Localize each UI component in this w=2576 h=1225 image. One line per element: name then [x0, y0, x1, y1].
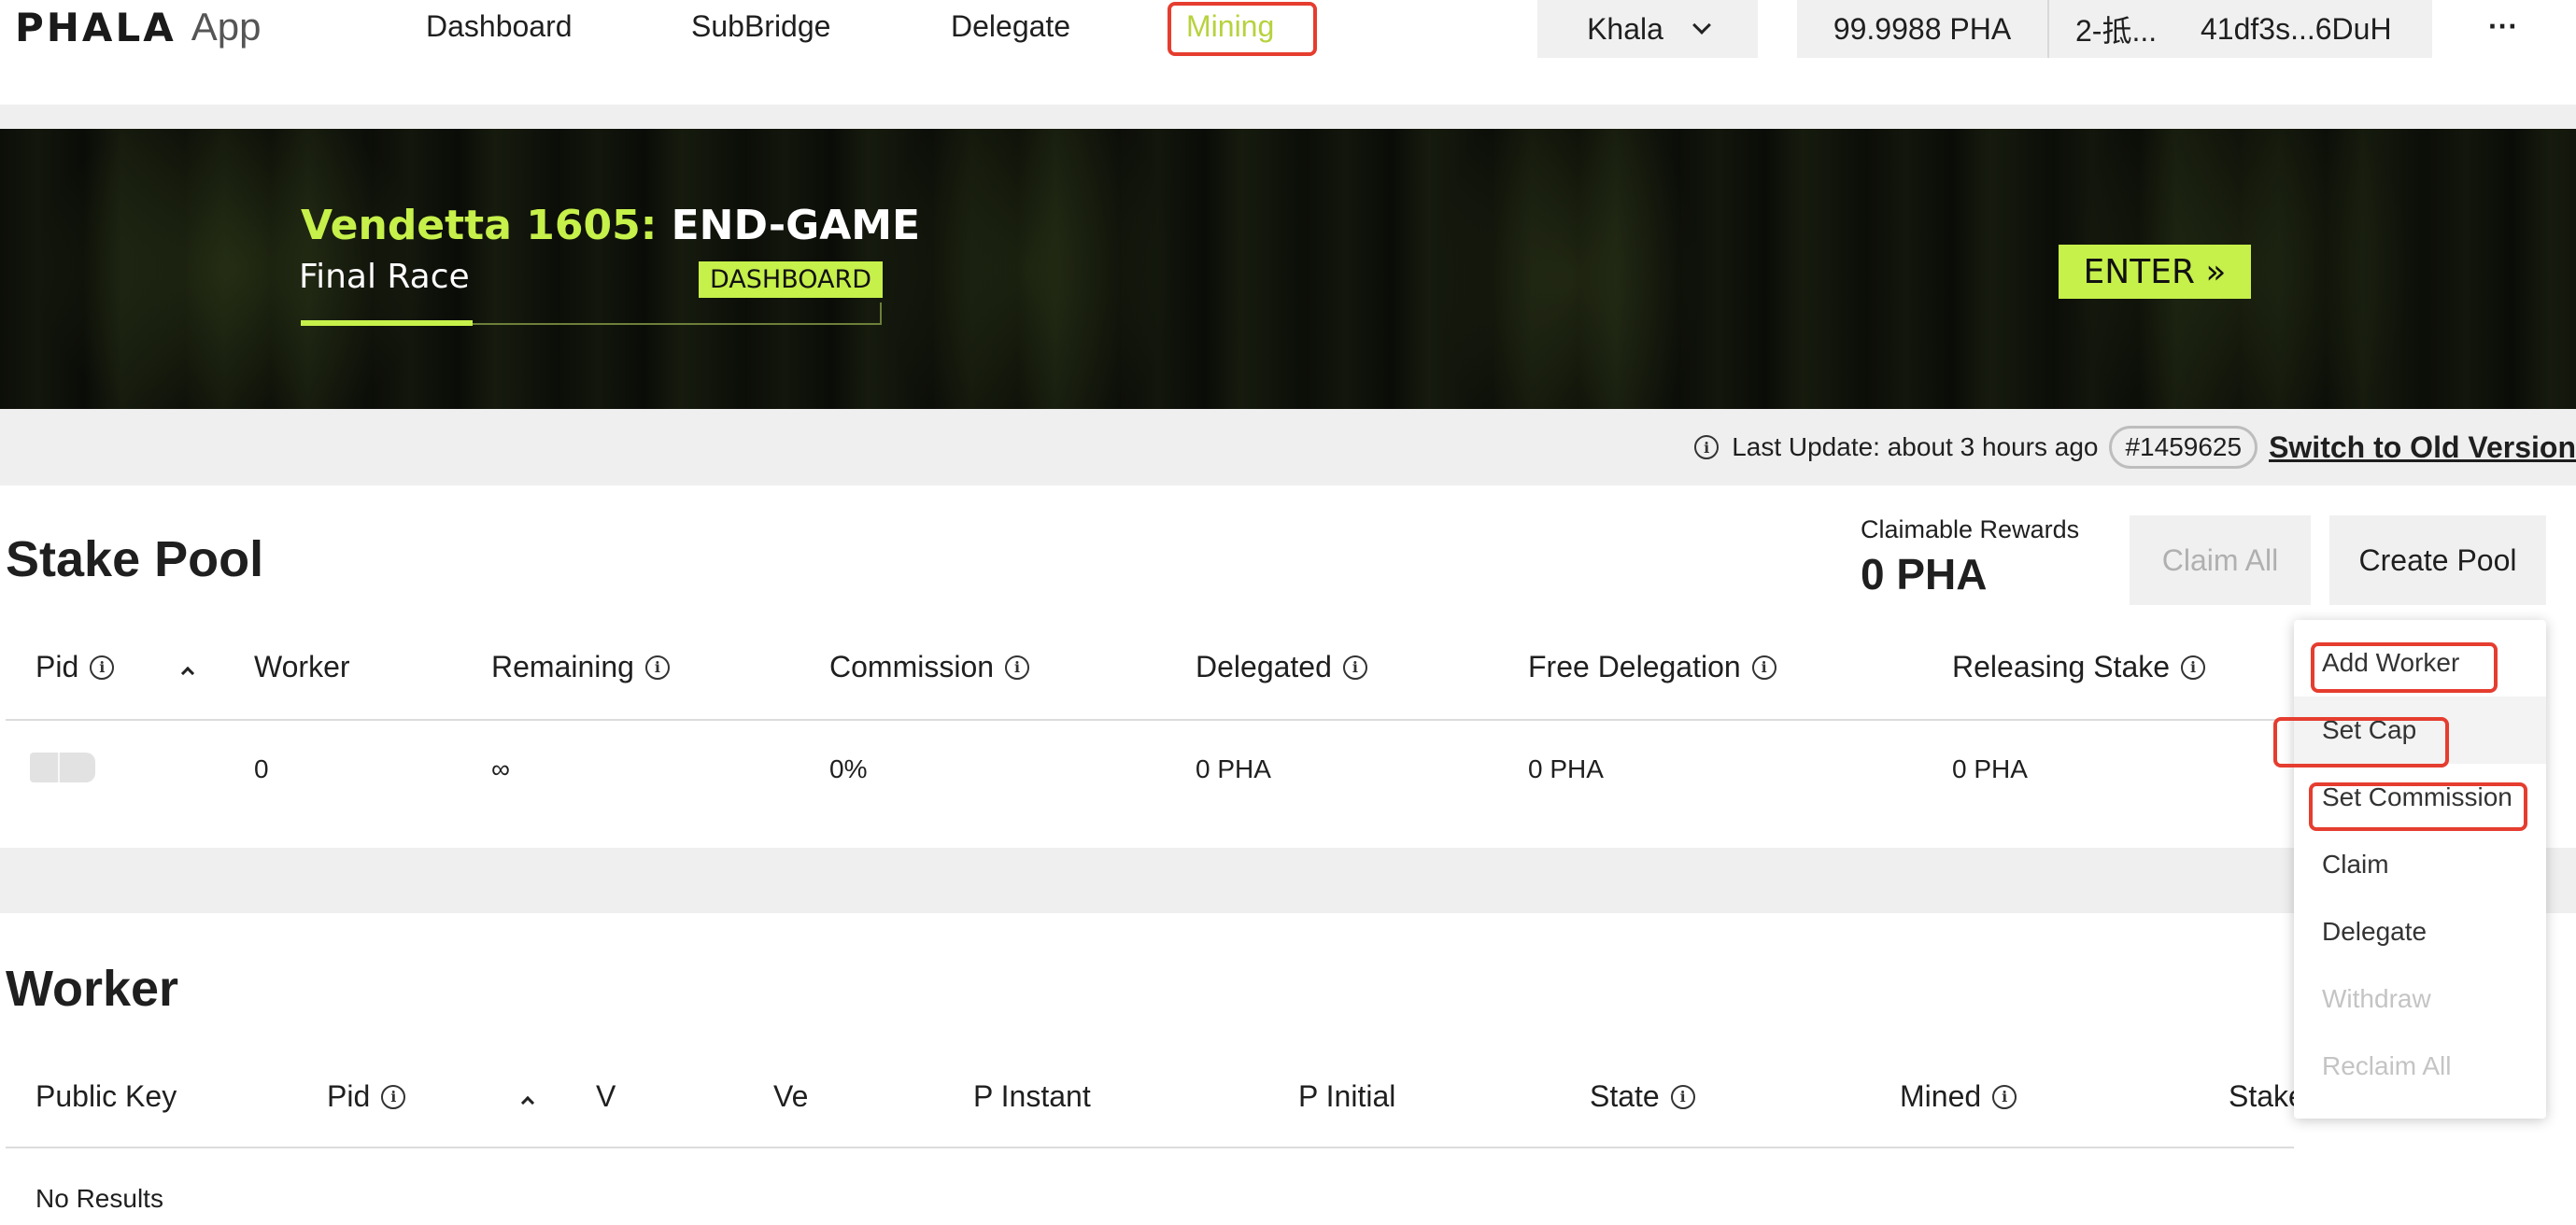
banner-title-accent: Vendetta 1605: — [301, 202, 658, 249]
column-header-pid[interactable]: Pid i — [35, 650, 115, 684]
info-icon[interactable]: i — [1342, 655, 1367, 680]
column-label: Ve — [773, 1079, 809, 1113]
info-icon[interactable]: i — [1005, 655, 1030, 680]
column-label: Commission — [829, 650, 995, 683]
column-label: Releasing Stake — [1952, 650, 2171, 683]
column-header-p-instant[interactable]: P Instant — [973, 1079, 1091, 1114]
cell-free-delegation: 0 PHA — [1528, 754, 1604, 783]
column-header-worker-pid[interactable]: Pid i — [327, 1079, 406, 1114]
menu-item-claim[interactable]: Claim — [2294, 831, 2546, 898]
claimable-rewards-value: 0 PHA — [1861, 550, 1988, 598]
info-icon[interactable]: i — [90, 655, 115, 680]
create-pool-button[interactable]: Create Pool — [2329, 515, 2546, 605]
column-header-v[interactable]: V — [596, 1079, 616, 1114]
logo-app-label: App — [191, 5, 262, 49]
cell-worker: 0 — [254, 754, 269, 783]
table-header-divider — [6, 719, 2294, 721]
column-header-releasing-stake[interactable]: Releasing Stake i — [1952, 650, 2206, 684]
column-header-state[interactable]: State i — [1590, 1079, 1695, 1114]
info-icon[interactable]: i — [644, 655, 670, 680]
menu-item-set-commission[interactable]: Set Commission — [2294, 764, 2546, 831]
column-header-public-key[interactable]: Public Key — [35, 1079, 177, 1114]
promo-banner[interactable]: Vendetta 1605: END-GAME Final Race DASHB… — [0, 129, 2576, 409]
column-label: Worker — [254, 650, 350, 683]
pid-placeholder[interactable] — [30, 753, 95, 782]
chevron-down-icon — [1692, 16, 1711, 35]
top-navigation: PHALA App Dashboard SubBridge Delegate M… — [0, 0, 2576, 105]
cell-delegated: 0 PHA — [1196, 754, 1271, 783]
sort-ascending-icon[interactable] — [520, 1095, 535, 1110]
cell-remaining: ∞ — [491, 754, 510, 783]
banner-title-rest: END-GAME — [671, 202, 921, 249]
column-label: Mined — [1900, 1079, 1982, 1113]
pool-actions-menu: Add Worker Set Cap Set Commission Claim … — [2294, 620, 2546, 1119]
banner-subtitle: Final Race — [299, 258, 470, 296]
column-header-remaining[interactable]: Remaining i — [491, 650, 670, 684]
column-label: P Initial — [1298, 1079, 1396, 1113]
chain-selector[interactable]: Khala — [1537, 0, 1758, 58]
cell-releasing-stake: 0 PHA — [1952, 754, 2028, 783]
phala-logo[interactable]: PHALA App — [15, 4, 261, 50]
banner-title: Vendetta 1605: END-GAME — [301, 202, 920, 249]
last-update-text: Last Update: about 3 hours ago — [1732, 432, 2099, 461]
account-button[interactable]: 2-抵... 41df3s...6DuH — [2047, 0, 2432, 58]
balance-display[interactable]: 99.9988 PHA — [1797, 0, 2047, 58]
account-name: 2-抵... — [2075, 14, 2158, 48]
menu-item-delegate[interactable]: Delegate — [2294, 898, 2546, 965]
column-label: Public Key — [35, 1079, 177, 1113]
nav-mining[interactable]: Mining — [1186, 6, 1274, 47]
section-divider-strip — [0, 848, 2576, 913]
info-icon: i — [1694, 435, 1720, 459]
column-header-commission[interactable]: Commission i — [829, 650, 1030, 684]
claim-all-button[interactable]: Claim All — [2130, 515, 2311, 605]
menu-item-withdraw: Withdraw — [2322, 984, 2431, 1013]
block-number-badge: #1459625 — [2109, 426, 2258, 469]
column-label: Pid — [35, 650, 79, 683]
column-header-free-delegation[interactable]: Free Delegation i — [1528, 650, 1776, 684]
empty-results-text: No Results — [35, 1184, 163, 1213]
info-icon[interactable]: i — [1751, 655, 1776, 680]
menu-item-reclaim-all: Reclaim All — [2322, 1051, 2452, 1080]
claimable-rewards-label: Claimable Rewards — [1861, 515, 2080, 543]
account-address: 41df3s...6DuH — [2201, 11, 2392, 46]
stake-pool-title: Stake Pool — [6, 531, 264, 587]
logo-wordmark: PHALA — [15, 4, 177, 50]
info-icon[interactable]: i — [1670, 1084, 1695, 1109]
chain-name: Khala — [1587, 11, 1663, 46]
table-header-divider — [6, 1147, 2294, 1148]
banner-progress-fill — [301, 320, 473, 326]
last-update-row: i Last Update: about 3 hours ago #145962… — [1694, 424, 2576, 471]
column-label: State — [1590, 1079, 1660, 1113]
more-menu-button[interactable]: ··· — [2488, 0, 2518, 52]
info-icon[interactable]: i — [1992, 1084, 2017, 1109]
column-label: Delegated — [1196, 650, 1332, 683]
banner-dashboard-tag: DASHBOARD — [699, 261, 884, 298]
info-icon[interactable]: i — [2181, 655, 2206, 680]
info-icon[interactable]: i — [381, 1084, 406, 1109]
nav-subbridge[interactable]: SubBridge — [691, 6, 830, 47]
nav-delegate[interactable]: Delegate — [951, 6, 1070, 47]
nav-dashboard[interactable]: Dashboard — [426, 6, 573, 47]
worker-title: Worker — [6, 961, 179, 1017]
column-label: Remaining — [491, 650, 634, 683]
column-label: P Instant — [973, 1079, 1091, 1113]
column-header-p-initial[interactable]: P Initial — [1298, 1079, 1395, 1114]
column-header-mined[interactable]: Mined i — [1900, 1079, 2017, 1114]
sort-ascending-icon[interactable] — [180, 666, 195, 681]
switch-old-version-link[interactable]: Switch to Old Version — [2269, 430, 2576, 465]
cell-commission: 0% — [829, 754, 868, 783]
column-label: Free Delegation — [1528, 650, 1741, 683]
banner-enter-button[interactable]: ENTER » — [2059, 245, 2251, 299]
page-background-strip — [0, 105, 2576, 129]
column-label: V — [596, 1079, 616, 1113]
banner-progress-cap — [880, 303, 882, 325]
column-header-delegated[interactable]: Delegated i — [1196, 650, 1367, 684]
menu-item-add-worker[interactable]: Add Worker — [2294, 629, 2546, 697]
column-label: Pid — [327, 1079, 371, 1113]
menu-item-set-cap[interactable]: Set Cap — [2294, 697, 2546, 764]
column-header-ve[interactable]: Ve — [773, 1079, 808, 1114]
column-header-worker[interactable]: Worker — [254, 650, 350, 684]
